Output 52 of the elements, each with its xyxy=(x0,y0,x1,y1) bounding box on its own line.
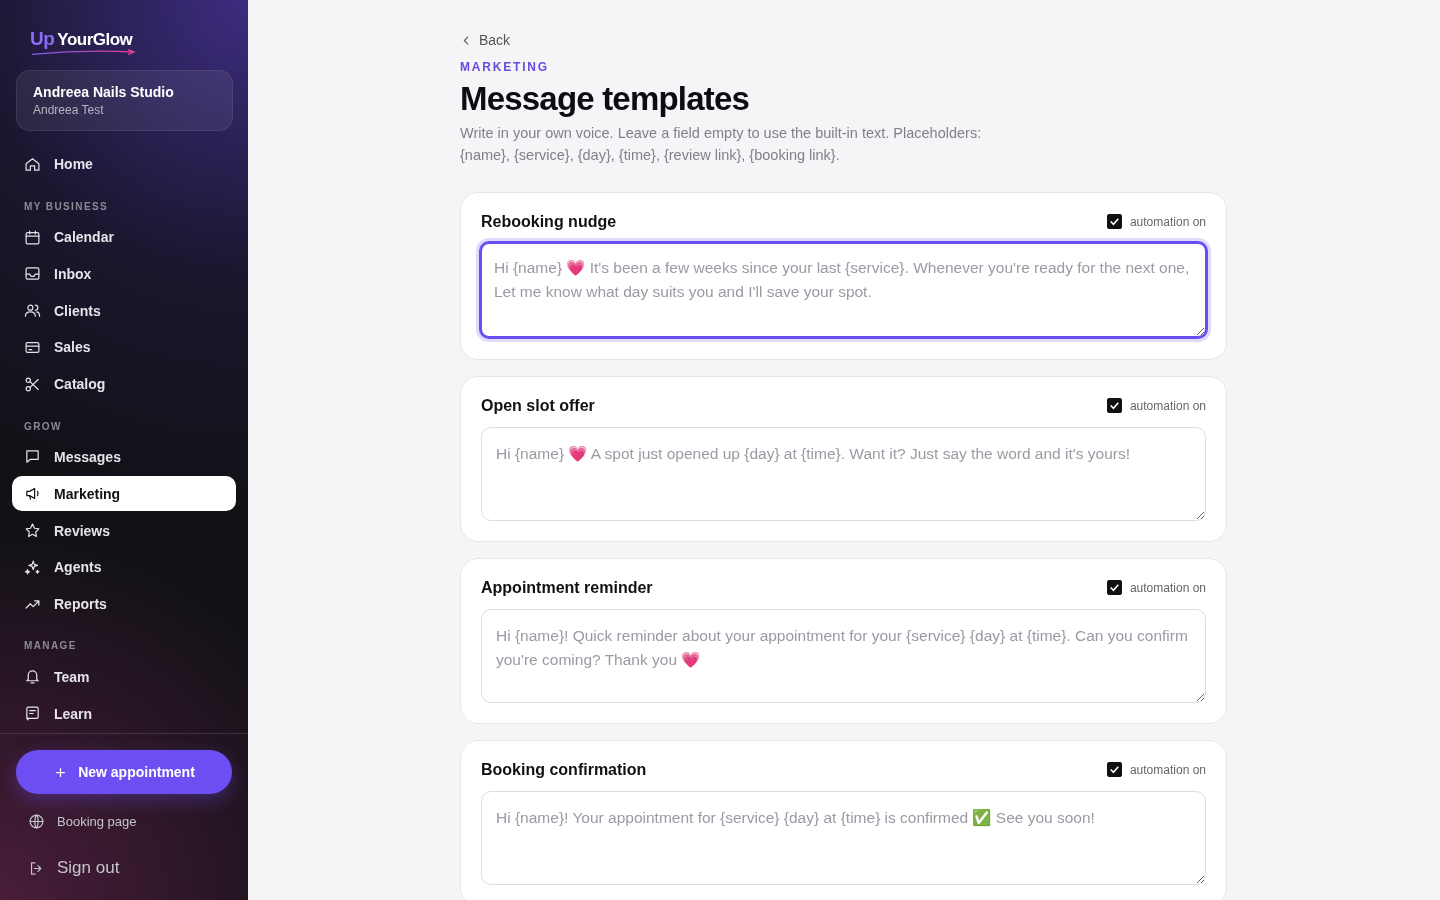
calendar-icon xyxy=(24,228,41,246)
nav-item[interactable]: Team xyxy=(12,659,236,695)
nav-section-heading: MANAGE xyxy=(23,639,78,654)
message-field[interactable]: Hi {name} 💗 It's been a few weeks since your last {service}. Whenever you're ready for the next one, Let me know what day suits you and I'll save your spot. xyxy=(479,240,1208,339)
user-name: Andreea Test xyxy=(33,103,105,117)
megaphone-icon xyxy=(24,485,41,503)
nav-item[interactable]: Messages xyxy=(12,439,236,475)
note-icon xyxy=(24,705,41,723)
inbox-icon xyxy=(24,265,41,283)
logo: UpYourGlow xyxy=(30,28,133,56)
back-link[interactable]: Back xyxy=(460,32,511,48)
chat-bubble-icon xyxy=(24,448,41,466)
nav-item[interactable]: Catalog xyxy=(12,366,236,402)
star-icon xyxy=(24,522,41,539)
checkbox[interactable] xyxy=(1106,398,1122,413)
nav-item[interactable]: Marketing xyxy=(12,476,236,512)
page-description: Write in your own voice. Leave a field empty to use the built-in text. Placeholders: {name}, {service}, {day}, {time}, {review link}, {booking link}. xyxy=(460,123,983,165)
template-title: Booking confirmation xyxy=(481,760,647,779)
nav-item[interactable]: Agents xyxy=(12,549,236,585)
section-label: MARKETING xyxy=(460,59,550,74)
bell-icon xyxy=(24,668,41,686)
globe-icon xyxy=(28,812,45,830)
business-name: Andreea Nails Studio xyxy=(33,84,175,100)
account-card[interactable]: Andreea Nails Studio Andreea Test xyxy=(16,70,233,131)
automation-toggle[interactable]: automation on xyxy=(1106,580,1206,595)
nav-item[interactable]: Clients xyxy=(12,293,236,329)
nav-item[interactable]: Reviews xyxy=(12,513,236,548)
automation-toggle[interactable]: automation on xyxy=(1106,214,1206,229)
checkbox[interactable] xyxy=(1106,762,1122,777)
nav-item[interactable]: Learn xyxy=(12,696,236,731)
footer-link[interactable]: Sign out xyxy=(16,856,232,880)
checkbox[interactable] xyxy=(1106,214,1122,229)
nav-item[interactable]: Inbox xyxy=(12,256,236,292)
template-title: Rebooking nudge xyxy=(481,212,617,231)
page-title: Message templates xyxy=(460,79,751,118)
new-appointment-button[interactable]: New appointment xyxy=(16,750,232,794)
sparkles-icon xyxy=(24,558,41,576)
nav-item[interactable]: Sales xyxy=(12,330,236,365)
scissors-icon xyxy=(24,375,41,393)
automation-toggle[interactable]: automation on xyxy=(1106,762,1206,777)
nav-item[interactable]: Calendar xyxy=(12,219,236,255)
footer-link[interactable]: Booking page xyxy=(16,810,232,832)
nav-item[interactable]: Home xyxy=(12,147,236,182)
users-icon xyxy=(24,302,41,320)
nav-section-heading: GROW xyxy=(23,419,63,434)
nav-item[interactable]: Reports xyxy=(12,586,236,622)
template-title: Open slot offer xyxy=(481,396,595,415)
checkbox[interactable] xyxy=(1106,580,1122,595)
nav-section-heading: MY BUSINESS xyxy=(23,199,110,214)
template-title: Appointment reminder xyxy=(481,578,653,597)
home-icon xyxy=(24,155,41,173)
automation-toggle[interactable]: automation on xyxy=(1106,398,1206,413)
